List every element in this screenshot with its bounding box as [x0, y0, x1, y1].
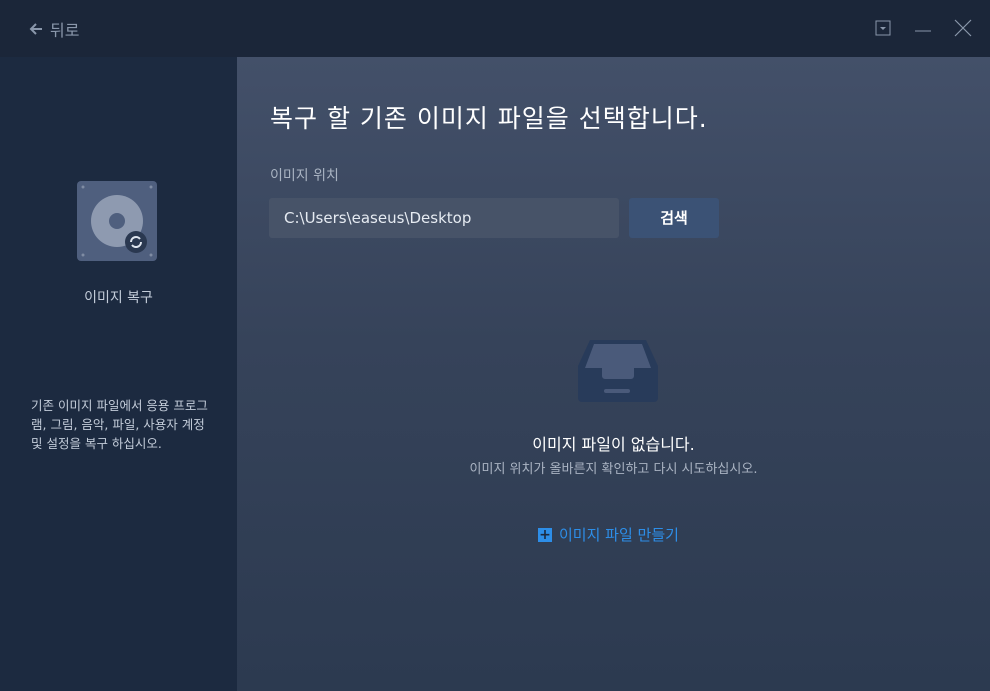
empty-state-title: 이미지 파일이 없습니다.: [532, 435, 695, 454]
title-bar: 뒤로: [0, 0, 990, 57]
plus-icon: +: [538, 526, 552, 543]
main-panel: 복구 할 기존 이미지 파일을 선택합니다. 이미지 위치 C:\Users\e…: [237, 57, 990, 691]
disk-image-icon: [77, 181, 157, 261]
page-title: 복구 할 기존 이미지 파일을 선택합니다.: [270, 104, 708, 133]
empty-tray-icon: [578, 340, 658, 402]
close-icon: [954, 19, 972, 37]
empty-state-subtitle: 이미지 위치가 올바른지 확인하고 다시 시도하십시오.: [469, 462, 758, 477]
close-button[interactable]: [953, 18, 973, 38]
minimize-button[interactable]: [913, 18, 933, 38]
sidebar-title: 이미지 복구: [84, 290, 153, 306]
arrow-left-icon: [29, 23, 42, 35]
create-image-file-label: 이미지 파일 만들기: [559, 526, 679, 544]
dropdown-menu-button[interactable]: [873, 18, 893, 38]
search-button[interactable]: 검색: [629, 198, 719, 238]
sidebar-description: 기존 이미지 파일에서 응용 프로그램, 그림, 음악, 파일, 사용자 계정 …: [31, 398, 208, 451]
create-image-file-link[interactable]: + 이미지 파일 만들기: [538, 524, 679, 545]
image-location-input[interactable]: C:\Users\easeus\Desktop: [269, 198, 619, 238]
back-label: 뒤로: [50, 21, 80, 40]
sidebar: [0, 57, 237, 691]
image-location-label: 이미지 위치: [270, 168, 339, 184]
minimize-icon: [915, 30, 931, 32]
dropdown-icon: [875, 20, 891, 36]
back-button[interactable]: 뒤로: [28, 17, 79, 41]
